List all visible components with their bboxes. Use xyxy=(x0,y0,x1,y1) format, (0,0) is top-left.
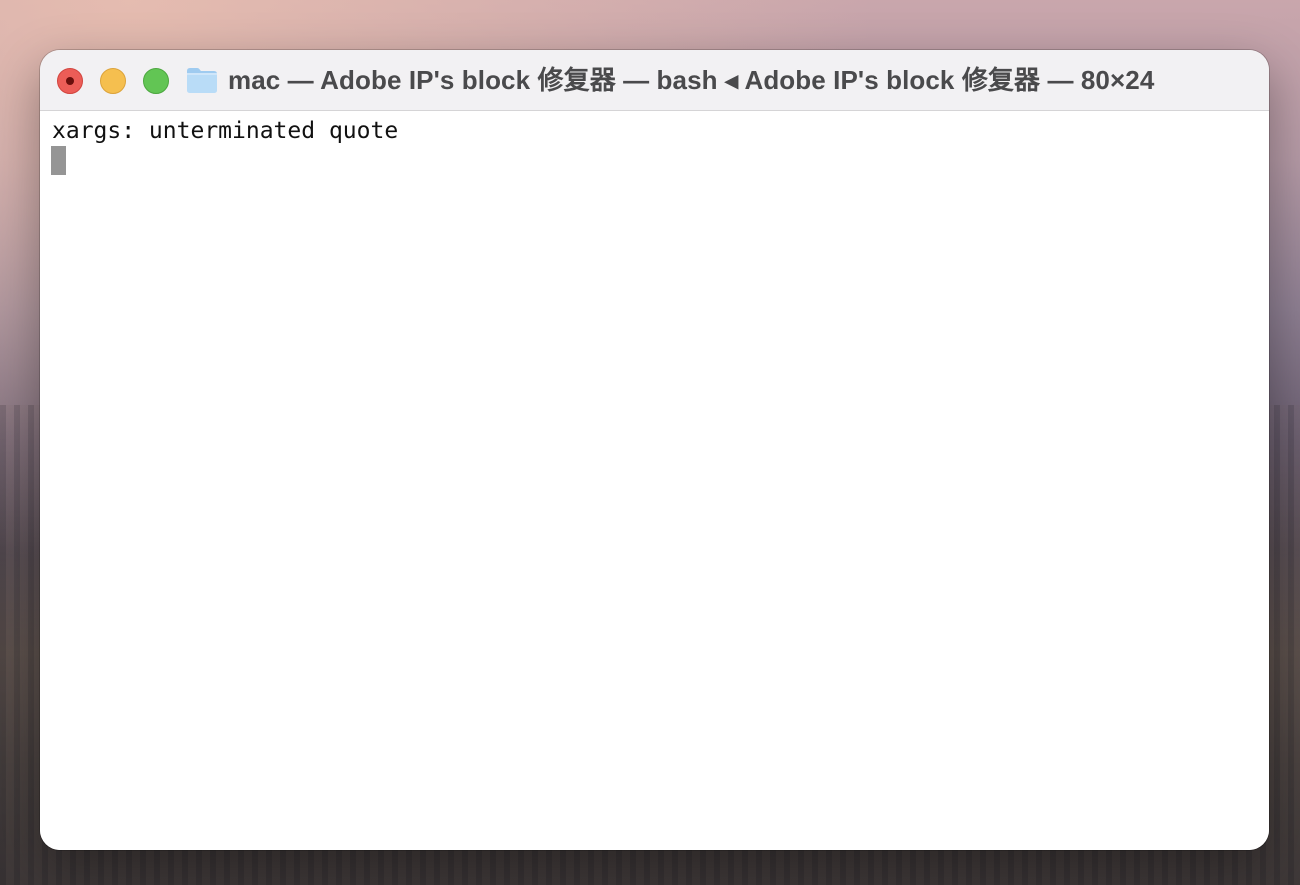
text-cursor xyxy=(51,146,66,175)
terminal-output-line: xargs: unterminated quote xyxy=(52,118,399,144)
terminal-window[interactable]: mac — Adobe IP's block 修复器 — bash ◂ Adob… xyxy=(40,50,1269,850)
terminal-content[interactable]: xargs: unterminated quote xyxy=(40,111,1269,850)
unsaved-dot-icon xyxy=(66,77,74,85)
title-bar[interactable]: mac — Adobe IP's block 修复器 — bash ◂ Adob… xyxy=(40,50,1269,111)
window-title: mac — Adobe IP's block 修复器 — bash ◂ Adob… xyxy=(228,65,1155,95)
zoom-button[interactable] xyxy=(143,68,169,94)
close-button[interactable] xyxy=(57,68,83,94)
minimize-button[interactable] xyxy=(100,68,126,94)
folder-icon xyxy=(187,68,217,93)
